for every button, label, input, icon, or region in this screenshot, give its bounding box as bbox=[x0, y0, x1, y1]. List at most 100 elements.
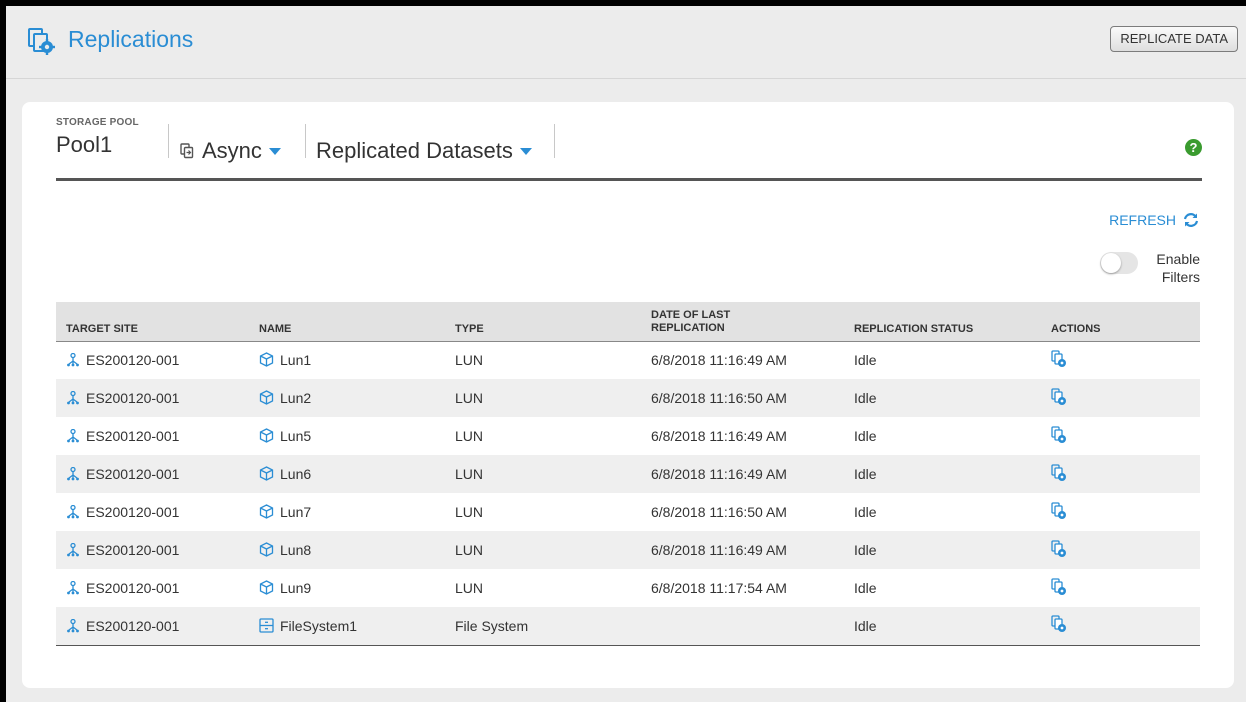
target-site-link[interactable]: ES200120-001 bbox=[86, 542, 179, 558]
column-header-name[interactable]: NAME bbox=[249, 302, 445, 342]
type-cell: File System bbox=[445, 607, 641, 646]
actions-cell[interactable] bbox=[1041, 417, 1200, 455]
actions-button[interactable] bbox=[1051, 463, 1067, 485]
refresh-button[interactable]: REFRESH bbox=[1109, 212, 1200, 228]
replication-actions-icon bbox=[1051, 425, 1066, 443]
name-cell[interactable]: Lun7 bbox=[249, 493, 445, 531]
date-cell: 6/8/2018 11:16:49 AM bbox=[641, 455, 844, 493]
dataset-name-link[interactable]: Lun1 bbox=[280, 352, 311, 368]
actions-cell[interactable] bbox=[1041, 455, 1200, 493]
async-copy-icon bbox=[180, 143, 194, 159]
date-cell: 6/8/2018 11:16:50 AM bbox=[651, 504, 787, 520]
target-site-cell[interactable]: ES200120-001 bbox=[56, 379, 249, 417]
actions-cell[interactable] bbox=[1041, 531, 1200, 569]
target-site-link[interactable]: ES200120-001 bbox=[86, 580, 179, 596]
replications-table: TARGET SITE NAME TYPE DATE OF LAST REPLI… bbox=[56, 302, 1200, 646]
replications-icon bbox=[28, 28, 55, 55]
dataset-name-link[interactable]: Lun5 bbox=[280, 428, 311, 444]
target-site-link[interactable]: ES200120-001 bbox=[86, 618, 179, 634]
actions-button[interactable] bbox=[1051, 425, 1067, 447]
storage-pool-label: STORAGE POOL bbox=[56, 117, 139, 128]
cube-icon bbox=[259, 504, 274, 519]
target-site-cell[interactable]: ES200120-001 bbox=[56, 417, 249, 455]
table-row[interactable]: ES200120-001 Lun6 LUN 6/8/2018 11:16:49 AM I… bbox=[56, 455, 1200, 493]
name-cell[interactable]: Lun9 bbox=[249, 569, 445, 607]
table-row[interactable]: ES200120-001 FileSystem1 File System Idle bbox=[56, 607, 1200, 646]
type-cell: LUN bbox=[455, 580, 484, 596]
status-cell: Idle bbox=[844, 455, 1041, 493]
type-cell: LUN bbox=[455, 504, 484, 520]
name-cell[interactable]: Lun8 bbox=[249, 531, 445, 569]
dataset-name-link[interactable]: Lun9 bbox=[280, 580, 311, 596]
status-cell: Idle bbox=[854, 428, 877, 444]
target-site-link[interactable]: ES200120-001 bbox=[86, 352, 179, 368]
target-site-cell[interactable]: ES200120-001 bbox=[56, 455, 249, 493]
dataset-name-link[interactable]: Lun7 bbox=[280, 504, 311, 520]
name-cell[interactable]: Lun1 bbox=[249, 341, 445, 379]
column-header-status[interactable]: REPLICATION STATUS bbox=[844, 302, 1041, 342]
cube-icon bbox=[259, 352, 274, 367]
table-row[interactable]: ES200120-001 Lun5 LUN 6/8/2018 11:16:49 AM I… bbox=[56, 417, 1200, 455]
replication-mode-dropdown[interactable]: Async bbox=[180, 138, 281, 164]
table-row[interactable]: ES200120-001 Lun7 LUN 6/8/2018 11:16:50 AM I… bbox=[56, 493, 1200, 531]
column-header-target-site[interactable]: TARGET SITE bbox=[56, 302, 249, 342]
replication-actions-icon bbox=[1051, 577, 1066, 595]
dataset-name-link[interactable]: FileSystem1 bbox=[280, 618, 357, 634]
name-cell[interactable]: Lun6 bbox=[249, 455, 445, 493]
toggle-knob bbox=[1101, 253, 1121, 273]
target-site-link[interactable]: ES200120-001 bbox=[86, 504, 179, 520]
enable-filters-toggle[interactable] bbox=[1100, 252, 1138, 274]
target-site-link[interactable]: ES200120-001 bbox=[86, 390, 179, 406]
table-row[interactable]: ES200120-001 Lun9 LUN 6/8/2018 11:17:54 AM I… bbox=[56, 569, 1200, 607]
refresh-label: REFRESH bbox=[1109, 212, 1176, 228]
actions-button[interactable] bbox=[1051, 577, 1067, 599]
actions-cell[interactable] bbox=[1041, 569, 1200, 607]
actions-button[interactable] bbox=[1051, 350, 1067, 371]
actions-cell[interactable] bbox=[1041, 493, 1200, 531]
help-icon[interactable]: ? bbox=[1185, 139, 1202, 156]
dataset-view-dropdown[interactable]: Replicated Datasets bbox=[316, 138, 532, 164]
actions-button[interactable] bbox=[1051, 615, 1067, 636]
dataset-name-link[interactable]: Lun2 bbox=[280, 390, 311, 406]
target-site-link[interactable]: ES200120-001 bbox=[86, 428, 179, 444]
name-cell[interactable]: Lun5 bbox=[249, 417, 445, 455]
target-site-icon bbox=[67, 543, 79, 557]
target-site-cell[interactable]: ES200120-001 bbox=[56, 569, 249, 607]
actions-button[interactable] bbox=[1051, 387, 1067, 409]
page-header: Replications REPLICATE DATA bbox=[6, 6, 1246, 79]
actions-button[interactable] bbox=[1051, 539, 1067, 561]
column-header-type[interactable]: TYPE bbox=[445, 302, 641, 342]
target-site-cell[interactable]: ES200120-001 bbox=[56, 607, 249, 646]
dataset-name-link[interactable]: Lun6 bbox=[280, 466, 311, 482]
column-header-date-label: DATE OF LAST REPLICATION bbox=[651, 308, 731, 334]
dataset-name-link[interactable]: Lun8 bbox=[280, 542, 311, 558]
table-row[interactable]: ES200120-001 Lun2 LUN 6/8/2018 11:16:50 AM I… bbox=[56, 379, 1200, 417]
actions-button[interactable] bbox=[1051, 501, 1067, 523]
date-cell: 6/8/2018 11:16:50 AM bbox=[641, 379, 844, 417]
filters-control: Enable Filters bbox=[1100, 250, 1200, 286]
storage-pool-value[interactable]: Pool1 bbox=[56, 132, 112, 158]
target-site-cell[interactable]: ES200120-001 bbox=[56, 341, 249, 379]
actions-cell[interactable] bbox=[1041, 607, 1200, 646]
target-site-icon bbox=[67, 581, 79, 595]
toolbar-divider bbox=[305, 124, 306, 158]
replication-actions-icon bbox=[1051, 350, 1066, 367]
replicate-data-button[interactable]: REPLICATE DATA bbox=[1110, 26, 1238, 52]
target-site-cell[interactable]: ES200120-001 bbox=[56, 531, 249, 569]
actions-cell[interactable] bbox=[1041, 341, 1200, 379]
target-site-cell[interactable]: ES200120-001 bbox=[56, 493, 249, 531]
table-row[interactable]: ES200120-001 Lun1 LUN 6/8/2018 11:16:49 AM I… bbox=[56, 341, 1200, 379]
name-cell[interactable]: FileSystem1 bbox=[249, 607, 445, 646]
refresh-icon bbox=[1183, 213, 1199, 227]
name-cell[interactable]: Lun2 bbox=[249, 379, 445, 417]
type-cell: LUN bbox=[445, 455, 641, 493]
column-header-date[interactable]: DATE OF LAST REPLICATION bbox=[641, 302, 844, 342]
column-header-actions: ACTIONS bbox=[1041, 302, 1200, 342]
status-cell: Idle bbox=[844, 531, 1041, 569]
target-site-link[interactable]: ES200120-001 bbox=[86, 466, 179, 482]
replication-actions-icon bbox=[1051, 539, 1066, 557]
table-row[interactable]: ES200120-001 Lun8 LUN 6/8/2018 11:16:49 AM I… bbox=[56, 531, 1200, 569]
type-cell: LUN bbox=[445, 531, 641, 569]
target-site-icon bbox=[67, 467, 79, 481]
actions-cell[interactable] bbox=[1041, 379, 1200, 417]
